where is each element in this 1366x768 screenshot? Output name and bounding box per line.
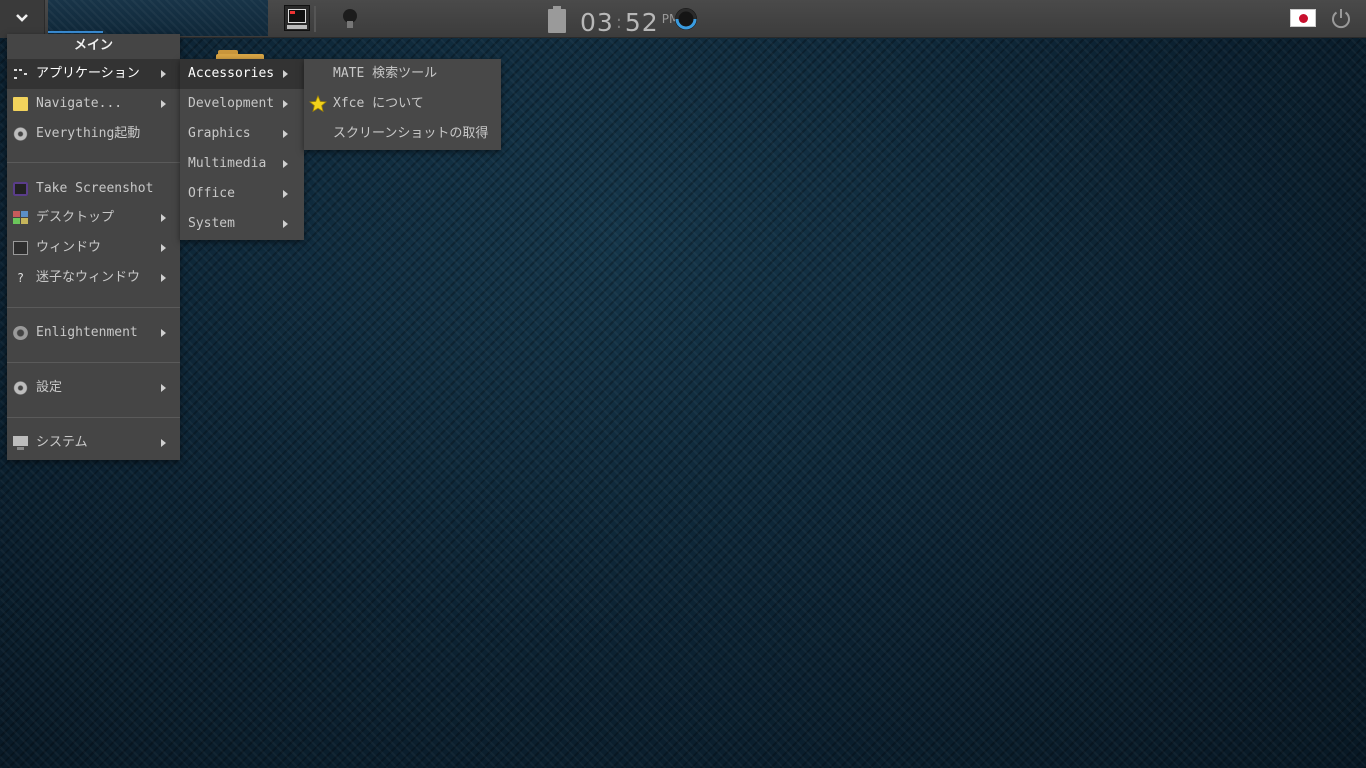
- japan-flag-icon[interactable]: [1290, 9, 1316, 27]
- submenu-item-label: Graphics: [188, 126, 251, 141]
- submenu-item-about-xfce[interactable]: Xfce について: [304, 89, 501, 119]
- menu-separator: [7, 362, 180, 363]
- gear-icon: [13, 127, 28, 141]
- window-icon: [13, 241, 28, 255]
- chevron-right-icon: [283, 70, 288, 78]
- menu-item-enlightenment[interactable]: Enlightenment: [7, 318, 180, 348]
- menu-item-label: Navigate...: [36, 96, 123, 111]
- chevron-right-icon: [161, 244, 166, 252]
- submenu-item-label: Accessories: [188, 66, 275, 81]
- submenu-item-label: Development: [188, 96, 275, 111]
- menu-item-label: システム: [36, 435, 88, 450]
- battery-icon[interactable]: [548, 6, 566, 33]
- submenu-item-label: Multimedia: [188, 156, 267, 171]
- chevron-right-icon: [161, 329, 166, 337]
- camera-icon: [13, 182, 28, 196]
- submenu-item-accessories[interactable]: Accessories: [180, 59, 304, 89]
- submenu-item-development[interactable]: Development: [180, 89, 304, 119]
- chevron-right-icon: [283, 190, 288, 198]
- pager-active-indicator: [48, 31, 103, 33]
- accessories-submenu: MATE 検索ツール Xfce について スクリーンショットの取得: [304, 59, 501, 150]
- menu-item-everything[interactable]: Everything起動: [7, 119, 180, 149]
- star-icon: [309, 95, 327, 113]
- enlightenment-icon: [13, 326, 28, 340]
- system-icon: [13, 436, 28, 450]
- lost-window-icon: ?: [16, 271, 25, 285]
- chevron-right-icon: [161, 384, 166, 392]
- menu-item-label: デスクトップ: [36, 210, 115, 225]
- menu-item-label: 設定: [36, 380, 63, 395]
- main-menu: メイン アプリケーション Navigate... Everything起動 Ta…: [7, 34, 180, 460]
- menu-item-take-screenshot[interactable]: Take Screenshot: [7, 174, 180, 204]
- applications-submenu: Accessories Development Graphics Multime…: [180, 59, 304, 240]
- menu-item-navigate[interactable]: Navigate...: [7, 89, 180, 119]
- main-menu-button[interactable]: [0, 0, 45, 38]
- clock[interactable]: 03:52 PM: [580, 2, 679, 37]
- top-shelf: 03:52 PM: [0, 0, 1366, 38]
- main-menu-title: メイン: [73, 38, 113, 53]
- chevron-right-icon: [161, 70, 166, 78]
- chevron-right-icon: [161, 100, 166, 108]
- clock-minute: 52: [624, 8, 659, 37]
- applications-icon: [13, 67, 28, 81]
- submenu-item-label: MATE 検索ツール: [333, 66, 438, 81]
- lightbulb-icon[interactable]: [341, 9, 359, 29]
- chevron-right-icon: [283, 100, 288, 108]
- desktop-icon: [13, 211, 28, 225]
- clock-hour: 03: [580, 8, 614, 37]
- submenu-item-graphics[interactable]: Graphics: [180, 119, 304, 149]
- settings-gear-icon: [13, 381, 28, 395]
- menu-separator: [7, 307, 180, 308]
- menu-item-label: Enlightenment: [36, 325, 138, 340]
- spinner-icon[interactable]: [672, 5, 700, 33]
- chevron-right-icon: [283, 160, 288, 168]
- menu-item-label: アプリケーション: [36, 66, 140, 81]
- submenu-item-office[interactable]: Office: [180, 179, 304, 209]
- menu-separator: [7, 162, 180, 163]
- menu-item-windows[interactable]: ウィンドウ: [7, 233, 180, 263]
- taskbar-active-indicator: [314, 6, 316, 32]
- menu-item-system[interactable]: システム: [7, 428, 180, 458]
- menu-item-applications[interactable]: アプリケーション: [7, 59, 180, 89]
- clock-separator: :: [615, 12, 623, 33]
- chevron-right-icon: [283, 130, 288, 138]
- submenu-item-mate-search-tool[interactable]: MATE 検索ツール: [304, 59, 501, 89]
- submenu-item-label: System: [188, 216, 235, 231]
- submenu-item-label: Xfce について: [333, 96, 424, 111]
- chevron-right-icon: [161, 214, 166, 222]
- menu-item-lost-windows[interactable]: ? 迷子なウィンドウ: [7, 263, 180, 293]
- submenu-item-take-screenshot[interactable]: スクリーンショットの取得: [304, 119, 501, 149]
- folder-icon: [13, 97, 28, 111]
- menu-item-label: ウィンドウ: [36, 240, 102, 255]
- menu-item-desktop[interactable]: デスクトップ: [7, 203, 180, 233]
- menu-separator: [7, 417, 180, 418]
- chevron-down-icon: [16, 14, 28, 22]
- chevron-right-icon: [283, 220, 288, 228]
- menu-item-settings[interactable]: 設定: [7, 373, 180, 403]
- menu-item-label: 迷子なウィンドウ: [36, 270, 141, 285]
- chevron-right-icon: [161, 274, 166, 282]
- chevron-right-icon: [161, 439, 166, 447]
- menu-item-label: Everything起動: [36, 126, 141, 141]
- submenu-item-multimedia[interactable]: Multimedia: [180, 149, 304, 179]
- submenu-item-label: Office: [188, 186, 235, 201]
- submenu-item-system[interactable]: System: [180, 209, 304, 239]
- menu-item-label: Take Screenshot: [36, 181, 154, 196]
- power-icon[interactable]: [1329, 6, 1353, 30]
- submenu-item-label: スクリーンショットの取得: [333, 126, 489, 141]
- terminal-icon[interactable]: [284, 5, 310, 31]
